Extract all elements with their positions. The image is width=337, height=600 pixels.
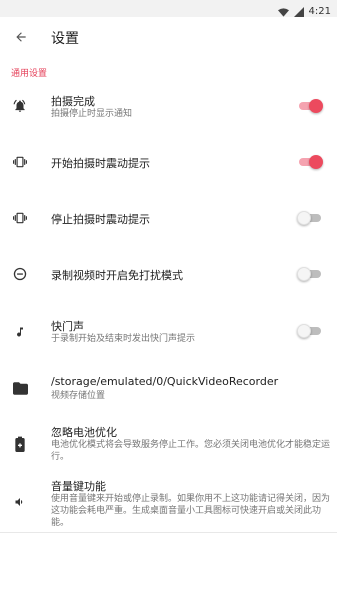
app-bar: 设置: [0, 17, 337, 59]
setting-title: 录制视频时开启免打扰模式: [51, 269, 183, 282]
toggle-thumb: [297, 324, 311, 338]
setting-row-battery-optimization[interactable]: 忽略电池优化 电池优化模式将会导致服务停止工作。您必须关闭电池优化才能稳定运行。: [0, 420, 337, 466]
setting-title: 拍摄完成: [51, 95, 95, 108]
page-title: 设置: [51, 31, 79, 47]
setting-title: 停止拍摄时震动提示: [51, 213, 150, 226]
do-not-disturb-icon: [12, 266, 28, 282]
setting-title: 音量键功能: [51, 480, 106, 493]
back-button[interactable]: [10, 27, 32, 49]
setting-title: /storage/emulated/0/QuickVideoRecorder: [51, 375, 279, 388]
setting-subtitle: 使用音量键来开始或停止录制。如果你用不上这功能请记得关闭，因为这功能会耗电严重。…: [51, 494, 331, 528]
setting-subtitle: 于录制开始及结束时发出快门声提示: [51, 334, 196, 344]
shutter-sound-toggle[interactable]: [297, 324, 323, 338]
setting-row-start-vibrate[interactable]: 开始拍摄时震动提示: [0, 140, 337, 184]
setting-title: 忽略电池优化: [51, 426, 117, 439]
toggle-thumb: [309, 155, 323, 169]
setting-title: 开始拍摄时震动提示: [51, 157, 150, 170]
bell-icon: [12, 98, 28, 114]
dnd-toggle[interactable]: [297, 267, 323, 281]
toggle-thumb: [297, 267, 311, 281]
setting-subtitle: 视频存储位置: [51, 391, 106, 401]
setting-row-stop-vibrate[interactable]: 停止拍摄时震动提示: [0, 196, 337, 240]
folder-icon: [12, 380, 28, 396]
setting-row-storage-location[interactable]: /storage/emulated/0/QuickVideoRecorder 视…: [0, 370, 337, 406]
capture-complete-toggle[interactable]: [297, 99, 323, 113]
vibrate-icon: [12, 210, 28, 226]
section-header-general: 通用设置: [11, 69, 48, 79]
vibrate-icon: [12, 154, 28, 170]
setting-title: 快门声: [51, 320, 84, 333]
setting-row-capture-complete[interactable]: 拍摄完成 拍摄停止时显示通知: [0, 88, 337, 132]
toggle-thumb: [297, 211, 311, 225]
setting-row-volume-key[interactable]: 音量键功能 使用音量键来开始或停止录制。如果你用不上这功能请记得关闭，因为这功能…: [0, 474, 337, 530]
setting-subtitle: 电池优化模式将会导致服务停止工作。您必须关闭电池优化才能稳定运行。: [51, 440, 331, 462]
arrow-back-icon: [14, 29, 28, 48]
toggle-thumb: [309, 99, 323, 113]
setting-row-shutter-sound[interactable]: 快门声 于录制开始及结束时发出快门声提示: [0, 314, 337, 358]
volume-icon: [12, 494, 28, 510]
music-note-icon: [12, 324, 28, 340]
status-bar: 4:21: [0, 0, 337, 17]
divider: [0, 532, 337, 533]
setting-subtitle: 拍摄停止时显示通知: [51, 109, 133, 119]
stop-vibrate-toggle[interactable]: [297, 211, 323, 225]
start-vibrate-toggle[interactable]: [297, 155, 323, 169]
setting-row-dnd[interactable]: 录制视频时开启免打扰模式: [0, 252, 337, 296]
status-time: 4:21: [308, 6, 331, 17]
battery-plus-icon: [12, 436, 28, 452]
